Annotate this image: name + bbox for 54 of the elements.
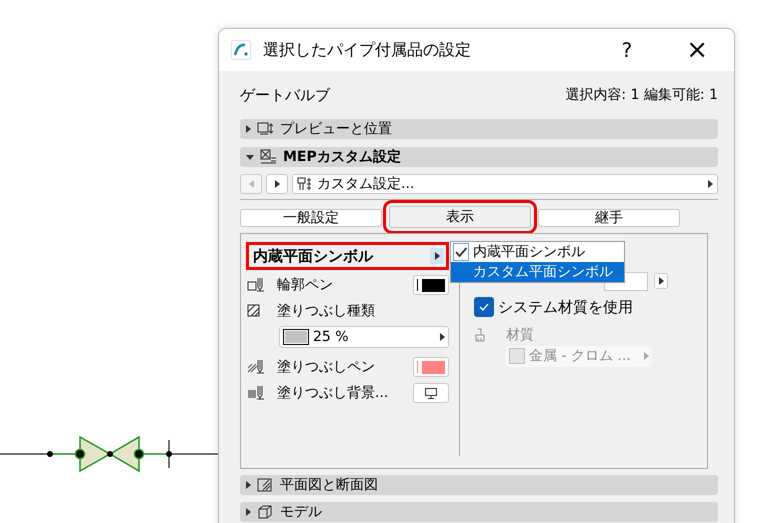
arrow-button[interactable] <box>654 273 668 289</box>
section-header[interactable]: 平面図と断面図 <box>240 475 718 495</box>
hatch-pen-icon <box>247 359 265 374</box>
field-label: 塗りつぶし種類 <box>277 302 376 320</box>
field-label: 輪郭ペン <box>277 276 334 294</box>
caret-icon <box>434 252 440 260</box>
fill-pattern-dropdown[interactable]: 25 % <box>279 326 449 348</box>
checkbox[interactable] <box>474 297 494 318</box>
selection-info: 選択内容: 1 編集可能: 1 <box>565 86 718 104</box>
menu-item[interactable]: 内蔵平面シンボル <box>451 242 624 262</box>
monitor-icon <box>425 388 437 398</box>
plan-section-icon <box>257 477 274 493</box>
close-button[interactable]: × <box>686 37 708 63</box>
checkmark-icon <box>479 303 489 312</box>
caret-icon <box>708 180 713 188</box>
pen-color-button[interactable] <box>413 357 449 377</box>
checkbox-label: システム材質を使用 <box>498 297 633 318</box>
symbol-dropdown[interactable]: 内蔵平面シンボル <box>246 242 449 270</box>
background-button[interactable] <box>413 383 449 403</box>
caret-icon <box>274 180 280 188</box>
preview-section-icon <box>257 121 274 137</box>
caret-icon <box>658 277 664 285</box>
field-label: 塗りつぶし背景... <box>277 384 390 402</box>
field-label: 材質 <box>506 326 534 344</box>
pen-color-button[interactable] <box>413 275 449 295</box>
settings-grid-icon <box>297 177 313 191</box>
collapse-triangle-icon <box>246 154 254 160</box>
solid-pen-icon <box>247 385 265 400</box>
caret-icon <box>248 180 254 188</box>
tab[interactable]: 一般設定 <box>240 209 382 227</box>
model-section-icon <box>257 504 274 520</box>
paint-brush-icon <box>474 328 486 342</box>
tab[interactable]: 継手 <box>538 209 680 227</box>
custom-settings-dropdown[interactable]: カスタム設定... <box>292 174 718 194</box>
next-button[interactable] <box>266 174 288 194</box>
caret-icon <box>440 333 445 341</box>
pattern-swatch-icon <box>283 329 309 345</box>
caret-icon <box>644 352 649 360</box>
expand-triangle-icon <box>246 508 251 516</box>
expand-triangle-icon <box>246 125 251 133</box>
checkmark-icon <box>455 247 467 257</box>
help-button[interactable]: ? <box>622 40 632 60</box>
section-header[interactable]: プレビューと位置 <box>240 119 718 139</box>
app-logo-icon <box>231 40 251 60</box>
element-name: ゲートバルブ <box>240 84 330 106</box>
menu-item[interactable]: カスタム平面シンボル <box>451 262 624 282</box>
window-title: 選択したパイプ付属品の設定 <box>263 39 471 61</box>
outline-pen-icon <box>247 277 265 292</box>
field-label: 塗りつぶしペン <box>277 358 376 376</box>
material-swatch-icon <box>509 348 525 364</box>
expand-triangle-icon <box>246 481 251 489</box>
section-header[interactable]: MEPカスタム設定 <box>240 147 718 167</box>
custom-section-icon <box>260 149 277 165</box>
section-header[interactable]: モデル <box>240 502 718 522</box>
